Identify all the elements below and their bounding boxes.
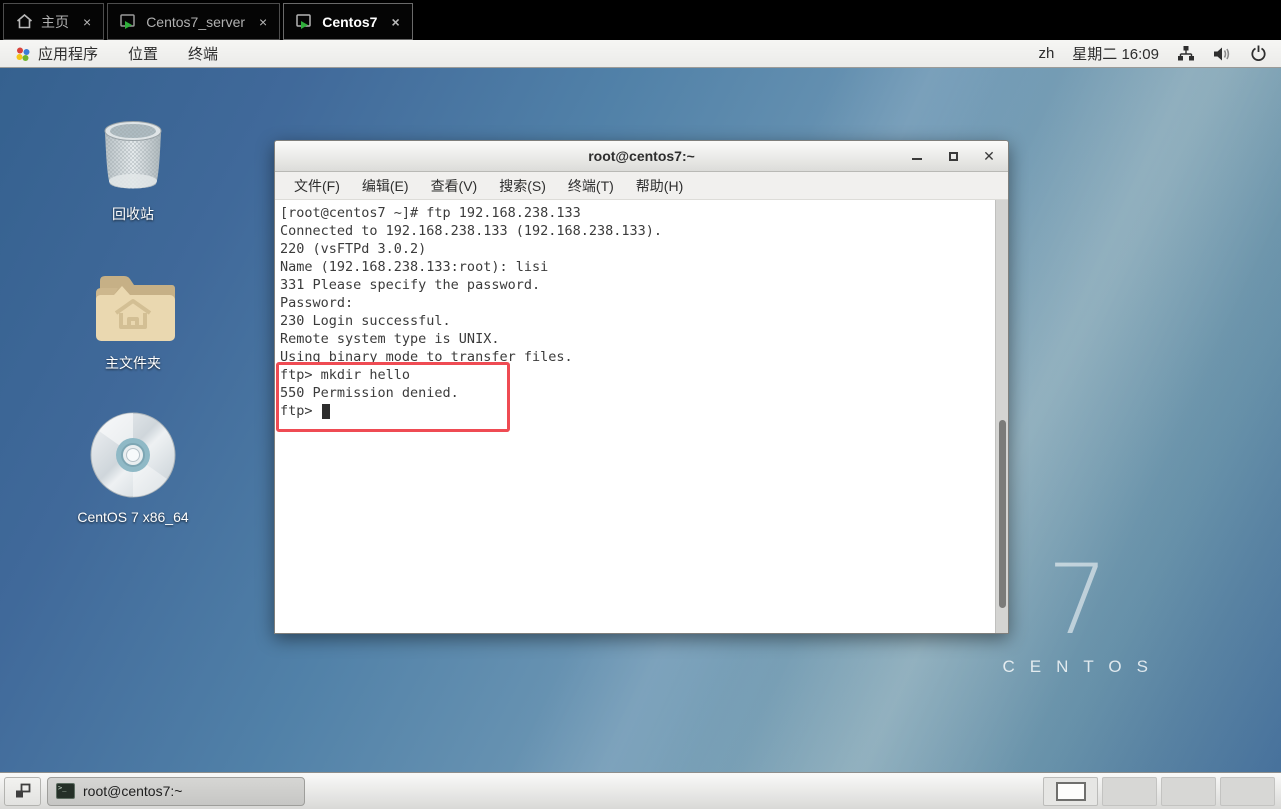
terminal-line: 331 Please specify the password. xyxy=(280,276,992,294)
gnome-top-panel: 应用程序 位置 终端 zh 星期二 16:09 xyxy=(0,40,1281,68)
maximize-icon xyxy=(949,152,958,161)
desktop-icon-trash[interactable]: 回收站 xyxy=(63,118,203,224)
terminal-menu-view[interactable]: 查看(V) xyxy=(420,172,489,199)
centos7-vm-screen: { "session_tabs": { "tabs": [ { "label":… xyxy=(0,0,1281,809)
desktop-icon-home-folder[interactable]: 主文件夹 xyxy=(63,271,203,373)
applications-icon xyxy=(15,46,31,62)
watermark-numeral: 7 xyxy=(992,557,1163,643)
close-icon[interactable]: × xyxy=(83,14,91,30)
terminal-menu-terminal[interactable]: 终端(T) xyxy=(557,172,625,199)
maximize-button[interactable] xyxy=(946,149,960,163)
bottom-taskbar: >_ root@centos7:~ xyxy=(0,772,1281,809)
close-icon: ✕ xyxy=(983,149,995,163)
show-desktop-icon xyxy=(14,783,31,799)
input-language-indicator[interactable]: zh xyxy=(1038,45,1054,62)
terminal-title: root@centos7:~ xyxy=(275,148,1008,164)
watermark-brand: CENTOS xyxy=(992,657,1163,677)
terminal-menubar: 文件(F) 编辑(E) 查看(V) 搜索(S) 终端(T) 帮助(H) xyxy=(275,172,1008,200)
terminal-line: Connected to 192.168.238.133 (192.168.23… xyxy=(280,222,992,240)
terminal-menu-help[interactable]: 帮助(H) xyxy=(625,172,694,199)
terminal-menu-search[interactable]: 搜索(S) xyxy=(488,172,557,199)
terminal-line: ftp> mkdir hello xyxy=(280,366,992,384)
icon-label: 回收站 xyxy=(112,204,154,224)
icon-label: 主文件夹 xyxy=(105,353,161,373)
power-icon[interactable] xyxy=(1250,45,1267,62)
terminal-line: [root@centos7 ~]# ftp 192.168.238.133 xyxy=(280,204,992,222)
terminal-line: 550 Permission denied. xyxy=(280,384,992,402)
terminal-content[interactable]: [root@centos7 ~]# ftp 192.168.238.133Con… xyxy=(275,200,1008,633)
workspace-switcher xyxy=(1043,777,1275,806)
desktop-icon-centos-cd[interactable]: CentOS 7 x86_64 xyxy=(63,411,203,525)
home-folder-icon xyxy=(90,271,176,345)
close-icon[interactable]: × xyxy=(391,14,399,30)
tab-centos7-server[interactable]: Centos7_server × xyxy=(107,3,280,40)
network-icon[interactable] xyxy=(1177,45,1195,62)
terminal-window: root@centos7:~ ✕ 文件(F) 编辑(E) 查看(V) 搜索(S)… xyxy=(274,140,1009,634)
workspace-2[interactable] xyxy=(1102,777,1157,806)
terminal-line: Remote system type is UNIX. xyxy=(280,330,992,348)
minimize-button[interactable] xyxy=(910,149,924,163)
show-desktop-button[interactable] xyxy=(4,777,41,806)
terminal-line: Password: xyxy=(280,294,992,312)
tab-label: Centos7 xyxy=(322,14,377,30)
menu-label: 位置 xyxy=(128,43,158,64)
icon-label: CentOS 7 x86_64 xyxy=(77,509,188,525)
clock[interactable]: 星期二 16:09 xyxy=(1072,43,1159,64)
terminal-cursor xyxy=(322,404,330,419)
vm-session-icon xyxy=(120,14,138,30)
terminal-line: Name (192.168.238.133:root): lisi xyxy=(280,258,992,276)
terminal-output-highlighted: ftp> mkdir hello550 Permission denied. xyxy=(280,366,992,402)
terminal-menu-file[interactable]: 文件(F) xyxy=(283,172,351,199)
home-icon xyxy=(16,14,33,29)
terminal-output: [root@centos7 ~]# ftp 192.168.238.133Con… xyxy=(280,204,992,366)
scrollbar-thumb[interactable] xyxy=(999,420,1006,608)
menu-label: 应用程序 xyxy=(38,43,98,64)
terminal-titlebar[interactable]: root@centos7:~ ✕ xyxy=(275,141,1008,172)
session-tab-bar: 主页 × Centos7_server × Centos7 × xyxy=(0,0,1281,40)
workspace-3[interactable] xyxy=(1161,777,1216,806)
volume-icon[interactable] xyxy=(1213,46,1232,62)
minimize-icon xyxy=(912,158,922,160)
terminal-scrollbar[interactable] xyxy=(995,200,1008,633)
terminal-menu-edit[interactable]: 编辑(E) xyxy=(351,172,420,199)
cd-icon xyxy=(87,411,179,501)
workspace-4[interactable] xyxy=(1220,777,1275,806)
workspace-1[interactable] xyxy=(1043,777,1098,806)
centos-watermark: 7 CENTOS xyxy=(992,557,1163,677)
terminal-menu[interactable]: 终端 xyxy=(173,40,233,67)
tab-label: Centos7_server xyxy=(146,14,245,30)
terminal-prompt: ftp> xyxy=(280,402,321,420)
close-button[interactable]: ✕ xyxy=(982,149,996,163)
tab-centos7[interactable]: Centos7 × xyxy=(283,3,412,40)
terminal-app-icon: >_ xyxy=(56,783,75,799)
terminal-line: 220 (vsFTPd 3.0.2) xyxy=(280,240,992,258)
tab-label: 主页 xyxy=(41,12,69,32)
trash-icon xyxy=(97,118,169,196)
terminal-prompt-line: ftp> xyxy=(280,402,992,420)
taskbar-window-label: root@centos7:~ xyxy=(83,783,182,799)
places-menu[interactable]: 位置 xyxy=(113,40,173,67)
terminal-line: Using binary mode to transfer files. xyxy=(280,348,992,366)
menu-label: 终端 xyxy=(188,43,218,64)
terminal-line: 230 Login successful. xyxy=(280,312,992,330)
close-icon[interactable]: × xyxy=(259,14,267,30)
applications-menu[interactable]: 应用程序 xyxy=(0,40,113,67)
vm-session-icon xyxy=(296,14,314,30)
taskbar-window-button[interactable]: >_ root@centos7:~ xyxy=(47,777,305,806)
workspace-window-thumbnail xyxy=(1056,782,1086,801)
tab-home[interactable]: 主页 × xyxy=(3,3,104,40)
